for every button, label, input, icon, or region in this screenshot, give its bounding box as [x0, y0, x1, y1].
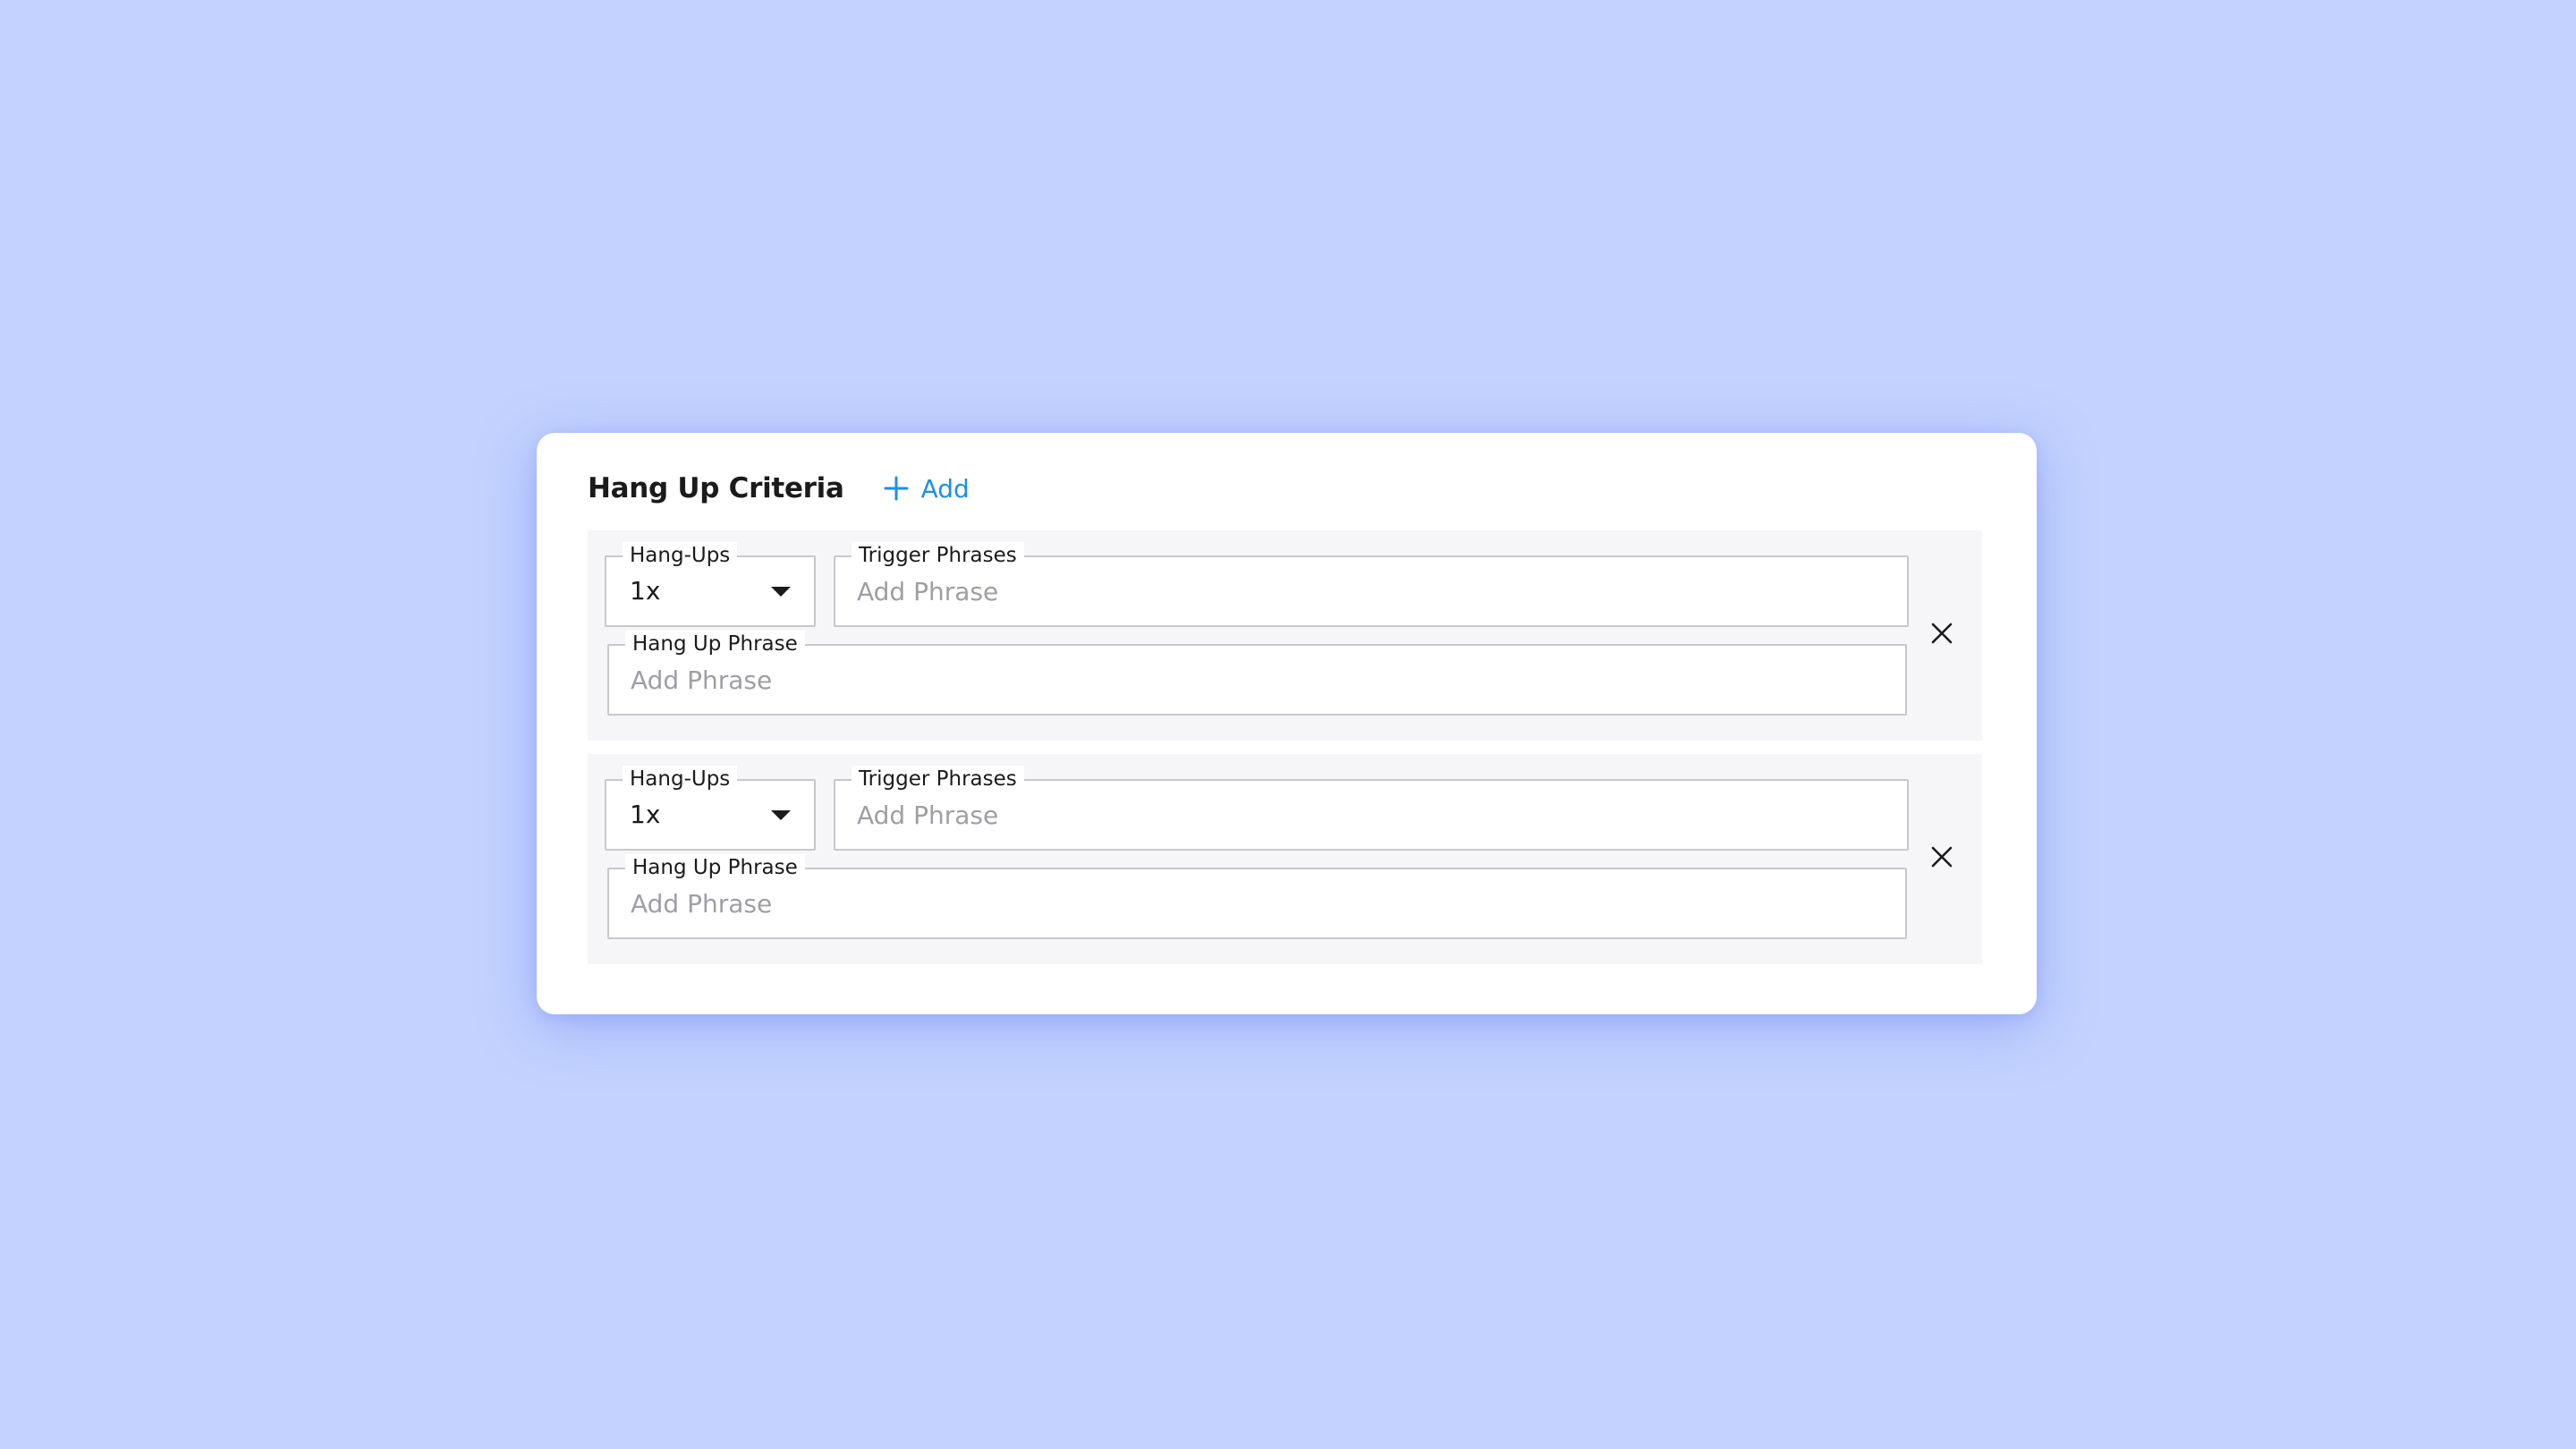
add-criteria-button[interactable]: Add [884, 474, 970, 504]
close-icon [1931, 846, 1953, 868]
caret-down-icon [771, 810, 791, 820]
trigger-phrases-input[interactable] [857, 557, 1885, 625]
close-icon [1931, 623, 1953, 644]
hang-up-phrase-field: Hang Up Phrase [607, 631, 1907, 716]
hang-up-criteria-card: Hang Up Criteria Add Hang-Ups 1x Trigger… [537, 433, 2037, 1014]
card-title: Hang Up Criteria [588, 472, 844, 504]
hang-up-phrase-input[interactable] [631, 646, 1884, 714]
hang-up-phrase-field: Hang Up Phrase [607, 854, 1907, 939]
remove-row-button[interactable] [1928, 620, 1955, 647]
criteria-row: Hang-Ups 1x Trigger Phrases Hang Up Phra… [588, 530, 1982, 741]
trigger-phrases-field: Trigger Phrases [834, 766, 1909, 851]
remove-row-button[interactable] [1928, 843, 1955, 870]
hang-up-phrase-input[interactable] [631, 869, 1884, 937]
trigger-phrases-input[interactable] [857, 781, 1885, 849]
hangups-select[interactable]: Hang-Ups 1x [605, 766, 816, 851]
add-criteria-label: Add [920, 473, 970, 504]
card-header: Hang Up Criteria Add [588, 466, 970, 511]
hangups-select[interactable]: Hang-Ups 1x [605, 542, 816, 627]
caret-down-icon [771, 587, 791, 597]
hangups-selected-value: 1x [630, 800, 661, 829]
plus-icon [884, 476, 909, 501]
trigger-phrases-field: Trigger Phrases [834, 542, 1909, 627]
hangups-selected-value: 1x [630, 576, 661, 606]
criteria-row: Hang-Ups 1x Trigger Phrases Hang Up Phra… [588, 754, 1982, 964]
